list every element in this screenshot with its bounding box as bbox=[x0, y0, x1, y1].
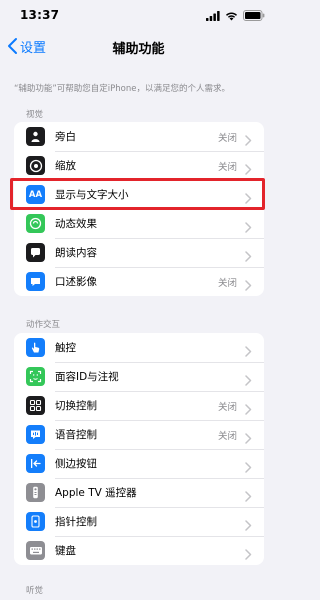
intro-text: “辅助功能”可帮助您自定iPhone，以满足您的个人需求。 bbox=[14, 84, 231, 94]
row-value: 关闭 bbox=[217, 132, 237, 144]
row-label: 侧边按钮 bbox=[55, 458, 97, 470]
row-apple-tv-remote[interactable]: Apple TV 遥控器 bbox=[14, 478, 264, 507]
row-label: 面容ID与注视 bbox=[55, 371, 119, 383]
row-switch-control[interactable]: 切换控制 关闭 bbox=[14, 391, 264, 420]
remote-icon bbox=[26, 483, 45, 502]
row-label: 动态效果 bbox=[55, 218, 97, 230]
row-zoom[interactable]: 缩放 关闭 bbox=[14, 151, 264, 180]
text-size-icon: AA bbox=[26, 185, 45, 204]
row-spoken-content[interactable]: 朗读内容 bbox=[14, 238, 264, 267]
section-header-hearing: 听觉 bbox=[26, 586, 44, 596]
switch-control-icon bbox=[26, 396, 45, 415]
chevron-right-icon bbox=[245, 342, 252, 357]
row-face-id-attention[interactable]: 面容ID与注视 bbox=[14, 362, 264, 391]
row-display-text-size[interactable]: AA 显示与文字大小 bbox=[14, 180, 264, 209]
touch-icon bbox=[26, 338, 45, 357]
section-header-vision: 视觉 bbox=[26, 110, 44, 120]
battery-icon bbox=[243, 6, 265, 25]
row-audio-descriptions[interactable]: 口述影像 关闭 bbox=[14, 267, 264, 296]
zoom-icon bbox=[26, 156, 45, 175]
chevron-right-icon bbox=[245, 516, 252, 531]
text-size-icon-glyph: AA bbox=[28, 189, 43, 200]
chevron-right-icon bbox=[245, 458, 252, 473]
pointer-control-icon bbox=[26, 512, 45, 531]
chevron-right-icon bbox=[245, 218, 252, 233]
row-keyboards[interactable]: 键盘 bbox=[14, 536, 264, 565]
keyboard-icon bbox=[26, 541, 45, 560]
chevron-right-icon bbox=[245, 429, 252, 444]
chevron-right-icon bbox=[245, 545, 252, 560]
chevron-right-icon bbox=[245, 276, 252, 291]
row-voiceover[interactable]: 旁白 关闭 bbox=[14, 122, 264, 151]
row-value: 关闭 bbox=[217, 277, 237, 289]
row-label: 朗读内容 bbox=[55, 247, 97, 259]
spoken-content-icon bbox=[26, 243, 45, 262]
row-label: 旁白 bbox=[55, 131, 76, 143]
voiceover-icon bbox=[26, 127, 45, 146]
side-button-icon bbox=[26, 454, 45, 473]
row-value: 关闭 bbox=[217, 161, 237, 173]
settings-group-physical-motor: 触控 面容ID与注视 切换控制 关闭 语音控制 关闭 侧边按钮 Apple TV… bbox=[14, 333, 264, 565]
navigation-bar: 设置 辅助功能 bbox=[0, 30, 277, 62]
row-label: 显示与文字大小 bbox=[55, 189, 129, 201]
motion-icon bbox=[26, 214, 45, 233]
row-motion[interactable]: 动态效果 bbox=[14, 209, 264, 238]
voice-control-icon bbox=[26, 425, 45, 444]
row-side-button[interactable]: 侧边按钮 bbox=[14, 449, 264, 478]
face-id-icon bbox=[26, 367, 45, 386]
row-label: 缩放 bbox=[55, 160, 76, 172]
audio-description-icon bbox=[26, 272, 45, 291]
row-value: 关闭 bbox=[217, 401, 237, 413]
chevron-right-icon bbox=[245, 160, 252, 175]
row-label: 指针控制 bbox=[55, 516, 97, 528]
status-bar: 13:37 bbox=[0, 0, 277, 30]
chevron-right-icon bbox=[245, 131, 252, 146]
section-header-physical-motor: 动作交互 bbox=[26, 320, 61, 330]
chevron-right-icon bbox=[245, 371, 252, 386]
row-label: Apple TV 遥控器 bbox=[55, 487, 137, 499]
wifi-icon bbox=[225, 6, 238, 25]
chevron-right-icon bbox=[245, 487, 252, 502]
row-touch[interactable]: 触控 bbox=[14, 333, 264, 362]
row-pointer-control[interactable]: 指针控制 bbox=[14, 507, 264, 536]
signal-icon bbox=[206, 6, 220, 25]
settings-group-vision: 旁白 关闭 缩放 关闭 AA 显示与文字大小 动态效果 朗读内容 口述影像 关闭 bbox=[14, 122, 264, 296]
row-label: 切换控制 bbox=[55, 400, 97, 412]
chevron-right-icon bbox=[245, 247, 252, 262]
row-label: 触控 bbox=[55, 342, 76, 354]
row-value: 关闭 bbox=[217, 430, 237, 442]
status-icons bbox=[206, 9, 265, 21]
row-label: 语音控制 bbox=[55, 429, 97, 441]
page-title: 辅助功能 bbox=[112, 42, 165, 57]
row-label: 口述影像 bbox=[55, 276, 97, 288]
chevron-right-icon bbox=[245, 400, 252, 415]
row-label: 键盘 bbox=[55, 545, 76, 557]
row-voice-control[interactable]: 语音控制 关闭 bbox=[14, 420, 264, 449]
status-time: 13:37 bbox=[20, 8, 60, 22]
chevron-right-icon bbox=[245, 189, 252, 204]
